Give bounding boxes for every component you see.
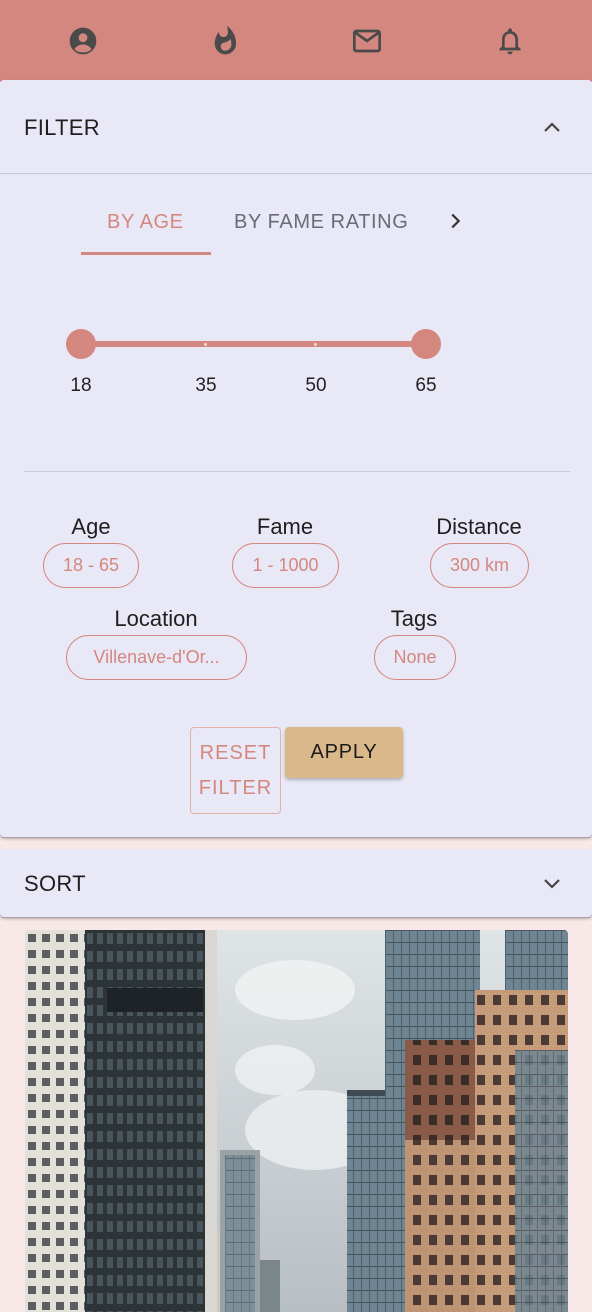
fame-value: 1 - 1000 [252, 555, 319, 575]
matches-button[interactable] [206, 22, 244, 60]
tags-label: Tags [390, 606, 438, 631]
chevron-down-icon [544, 879, 560, 889]
slider-thumb-min[interactable] [66, 329, 96, 359]
location-label: Location [114, 606, 198, 631]
location-value: Villenave-d'Or... [93, 647, 220, 667]
filter-panel: FILTER BY AGE BY FAME RATING 18 35 50 65… [0, 80, 592, 837]
apply-button[interactable]: APPLY [285, 727, 403, 778]
sort-title: SORT [24, 871, 86, 896]
distance-value: 300 km [449, 555, 510, 575]
chevron-right-icon [451, 213, 461, 229]
filter-title: FILTER [24, 115, 100, 140]
sort-panel-header[interactable]: SORT [0, 849, 592, 917]
top-nav-bar [0, 0, 592, 82]
slider-mark [314, 343, 317, 346]
profile-button[interactable] [64, 22, 102, 60]
sort-panel: SORT [0, 849, 592, 917]
reset-filter-label-line2: FILTER [198, 777, 273, 799]
slider-track[interactable] [80, 341, 426, 347]
distance-label: Distance [436, 514, 522, 539]
profile-icon [69, 27, 97, 55]
reset-filter-button[interactable]: RESET FILTER [190, 727, 281, 814]
profile-photo[interactable] [25, 930, 568, 1312]
divider [0, 173, 592, 174]
tab-indicator [81, 252, 211, 255]
fame-chip[interactable]: 1 - 1000 [232, 543, 339, 588]
tab-by-fame-rating[interactable]: BY FAME RATING [234, 211, 408, 255]
age-value: 18 - 65 [62, 555, 120, 575]
slider-mark [204, 343, 207, 346]
city-street-photo [25, 930, 568, 1312]
slider-label: 65 [415, 375, 437, 396]
location-chip[interactable]: Villenave-d'Or... [66, 635, 247, 680]
tab-by-age[interactable]: BY AGE [107, 211, 184, 255]
slider-label: 50 [305, 375, 327, 396]
reset-filter-label-line1: RESET [199, 742, 272, 764]
divider [24, 471, 570, 472]
slider-thumb-max[interactable] [411, 329, 441, 359]
filter-panel-header[interactable]: FILTER [0, 80, 592, 172]
tags-value: None [393, 647, 437, 667]
messages-button[interactable] [348, 22, 386, 60]
age-label: Age [71, 514, 111, 539]
tags-chip[interactable]: None [374, 635, 456, 680]
flame-icon [214, 25, 237, 55]
fame-label: Fame [256, 514, 314, 539]
notifications-button[interactable] [491, 22, 529, 60]
bell-icon [499, 28, 521, 55]
chevron-up-icon [544, 122, 560, 132]
age-chip[interactable]: 18 - 65 [43, 543, 139, 588]
slider-label: 35 [195, 375, 217, 396]
slider-label: 18 [70, 375, 92, 396]
distance-chip[interactable]: 300 km [430, 543, 529, 588]
mail-icon [353, 29, 381, 53]
tab-scroll-right-button[interactable] [444, 208, 466, 234]
